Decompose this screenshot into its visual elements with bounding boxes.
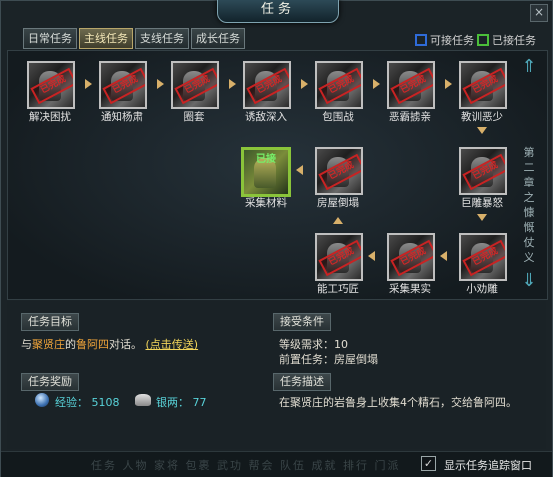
quest-flowchart: 已完成 解决困扰 已完成 通知杨肃 已完成 圈套 已完成 诱敌深入 已完成 包围… bbox=[7, 50, 548, 300]
quest-node-label: 能工巧匠 bbox=[317, 283, 359, 295]
accepted-tag: 已接 bbox=[256, 154, 276, 165]
quest-node-label: 诱敌深入 bbox=[245, 111, 287, 123]
experience-icon bbox=[35, 393, 49, 407]
quest-portrait: 已完成 bbox=[387, 61, 435, 109]
quest-description: 在聚贤庄的岩鲁身上收集4个精石，交给鲁阿四。 bbox=[279, 396, 517, 409]
quest-node[interactable]: 已完成 房屋倒塌 bbox=[302, 147, 374, 225]
legend-accepted-label: 已接任务 bbox=[492, 34, 536, 47]
conditions-header: 接受条件 bbox=[273, 313, 331, 331]
goal-location: 聚贤庄 bbox=[32, 338, 65, 351]
flow-arrow-icon bbox=[333, 217, 343, 224]
quest-node-label: 解决困扰 bbox=[29, 111, 71, 123]
quest-node-label: 教训恶少 bbox=[461, 111, 503, 123]
window-title: 任务 bbox=[217, 0, 339, 23]
available-swatch-icon bbox=[415, 34, 427, 46]
quest-portrait: 已完成 bbox=[459, 233, 507, 281]
quest-node[interactable]: 已完成 能工巧匠 bbox=[302, 233, 374, 311]
silver-label: 银两 bbox=[156, 396, 178, 409]
quest-portrait: 已完成 bbox=[171, 61, 219, 109]
quest-node[interactable]: 已完成 包围战 bbox=[302, 61, 374, 139]
reward-header: 任务奖励 bbox=[21, 373, 79, 391]
quest-portrait: 已完成 bbox=[27, 61, 75, 109]
quest-portrait: 已完成 bbox=[387, 233, 435, 281]
exp-sep: ： bbox=[77, 396, 88, 409]
chapter-char: 第 bbox=[523, 146, 535, 159]
quest-node-label: 圈套 bbox=[183, 111, 205, 123]
tab-main[interactable]: 主线任务 bbox=[79, 28, 133, 49]
bottom-bar: 任务 人物 家将 包裹 武功 帮会 队伍 成就 排行 门派 ✓ 显示任务追踪窗口 bbox=[1, 451, 552, 477]
quest-node-label: 采集果实 bbox=[389, 283, 431, 295]
legend-available: 可接任务 bbox=[415, 32, 474, 48]
chapter-char: 仗 bbox=[523, 236, 535, 249]
exp-reward: 经验： 5108 bbox=[55, 394, 120, 410]
silver-value: 77 bbox=[192, 396, 207, 409]
chapter-char: 二 bbox=[523, 161, 535, 174]
flow-arrow-icon bbox=[477, 127, 487, 134]
description-header: 任务描述 bbox=[273, 373, 331, 391]
exp-label: 经验 bbox=[55, 396, 77, 409]
goal-suffix: 对话。 bbox=[109, 338, 142, 351]
chapter-char: 义 bbox=[523, 251, 535, 264]
quest-node-label: 通知杨肃 bbox=[101, 111, 143, 123]
legend-accepted: 已接任务 bbox=[477, 32, 536, 48]
quest-node[interactable]: 已完成 通知杨肃 bbox=[86, 61, 158, 139]
close-button[interactable]: × bbox=[530, 4, 548, 22]
quest-info-panel: 任务目标 与聚贤庄的鲁阿四对话。 (点击传送) 接受条件 等级需求：10 前置任… bbox=[7, 301, 546, 449]
chapter-char: 章 bbox=[523, 176, 535, 189]
quest-node-label: 小劝雕 bbox=[466, 283, 498, 295]
quest-node-current[interactable]: 已接 采集材料 bbox=[230, 147, 302, 225]
quest-portrait: 已完成 bbox=[315, 61, 363, 109]
goal-mid: 的 bbox=[65, 338, 76, 351]
track-window-label[interactable]: 显示任务追踪窗口 bbox=[444, 457, 532, 473]
prereq-quest: 前置任务：房屋倒塌 bbox=[279, 353, 378, 366]
quest-node[interactable]: 已完成 圈套 bbox=[158, 61, 230, 139]
tab-growth[interactable]: 成长任务 bbox=[191, 28, 245, 49]
goal-text: 与聚贤庄的鲁阿四对话。 (点击传送) bbox=[21, 336, 198, 352]
quest-node[interactable]: 已完成 小劝雕 bbox=[446, 233, 518, 311]
quest-portrait: 已完成 bbox=[459, 147, 507, 195]
level-requirement: 等级需求：10 bbox=[279, 338, 348, 351]
quest-node-label: 房屋倒塌 bbox=[317, 197, 359, 209]
chapter-char: 之 bbox=[523, 191, 535, 204]
accepted-swatch-icon bbox=[477, 34, 489, 46]
track-window-checkbox[interactable]: ✓ bbox=[421, 456, 436, 471]
quest-node[interactable]: 已完成 恶霸掳亲 bbox=[374, 61, 446, 139]
goal-header: 任务目标 bbox=[21, 313, 79, 331]
tab-side[interactable]: 支线任务 bbox=[135, 28, 189, 49]
quest-portrait: 已接 bbox=[241, 147, 291, 197]
quest-node[interactable]: 已完成 采集果实 bbox=[374, 233, 446, 311]
silver-reward: 银两： 77 bbox=[156, 394, 207, 410]
quest-node-label: 采集材料 bbox=[245, 197, 287, 209]
quest-node-label: 恶霸掳亲 bbox=[389, 111, 431, 123]
quest-portrait: 已完成 bbox=[459, 61, 507, 109]
chapter-title: 第 二 章 之 慷 慨 仗 义 bbox=[521, 145, 537, 265]
tab-daily[interactable]: 日常任务 bbox=[23, 28, 77, 49]
quest-portrait: 已完成 bbox=[99, 61, 147, 109]
goal-npc: 鲁阿四 bbox=[76, 338, 109, 351]
background-menu-text: 任务 人物 家将 包裹 武功 帮会 队伍 成就 排行 门派 bbox=[91, 459, 401, 472]
chapter-char: 慨 bbox=[523, 221, 535, 234]
scroll-up-icon[interactable]: ⇑ bbox=[519, 55, 539, 79]
quest-portrait: 已完成 bbox=[315, 147, 363, 195]
exp-value: 5108 bbox=[91, 396, 120, 409]
quest-window: 任务 × 日常任务 主线任务 支线任务 成长任务 可接任务 已接任务 已完成 解… bbox=[0, 0, 553, 477]
legend-available-label: 可接任务 bbox=[430, 34, 474, 47]
quest-portrait: 已完成 bbox=[315, 233, 363, 281]
silver-sep: ： bbox=[178, 396, 189, 409]
quest-node[interactable]: 已完成 诱敌深入 bbox=[230, 61, 302, 139]
flow-arrow-icon bbox=[477, 214, 487, 221]
quest-node-label: 包围战 bbox=[322, 111, 354, 123]
goal-prefix: 与 bbox=[21, 338, 32, 351]
silver-icon bbox=[135, 394, 151, 406]
teleport-link[interactable]: (点击传送) bbox=[146, 338, 199, 351]
quest-node-label: 巨雕暴怒 bbox=[461, 197, 503, 209]
quest-portrait: 已完成 bbox=[243, 61, 291, 109]
scroll-down-icon[interactable]: ⇓ bbox=[519, 269, 539, 293]
chapter-char: 慷 bbox=[523, 206, 535, 219]
quest-node[interactable]: 已完成 解决困扰 bbox=[14, 61, 86, 139]
